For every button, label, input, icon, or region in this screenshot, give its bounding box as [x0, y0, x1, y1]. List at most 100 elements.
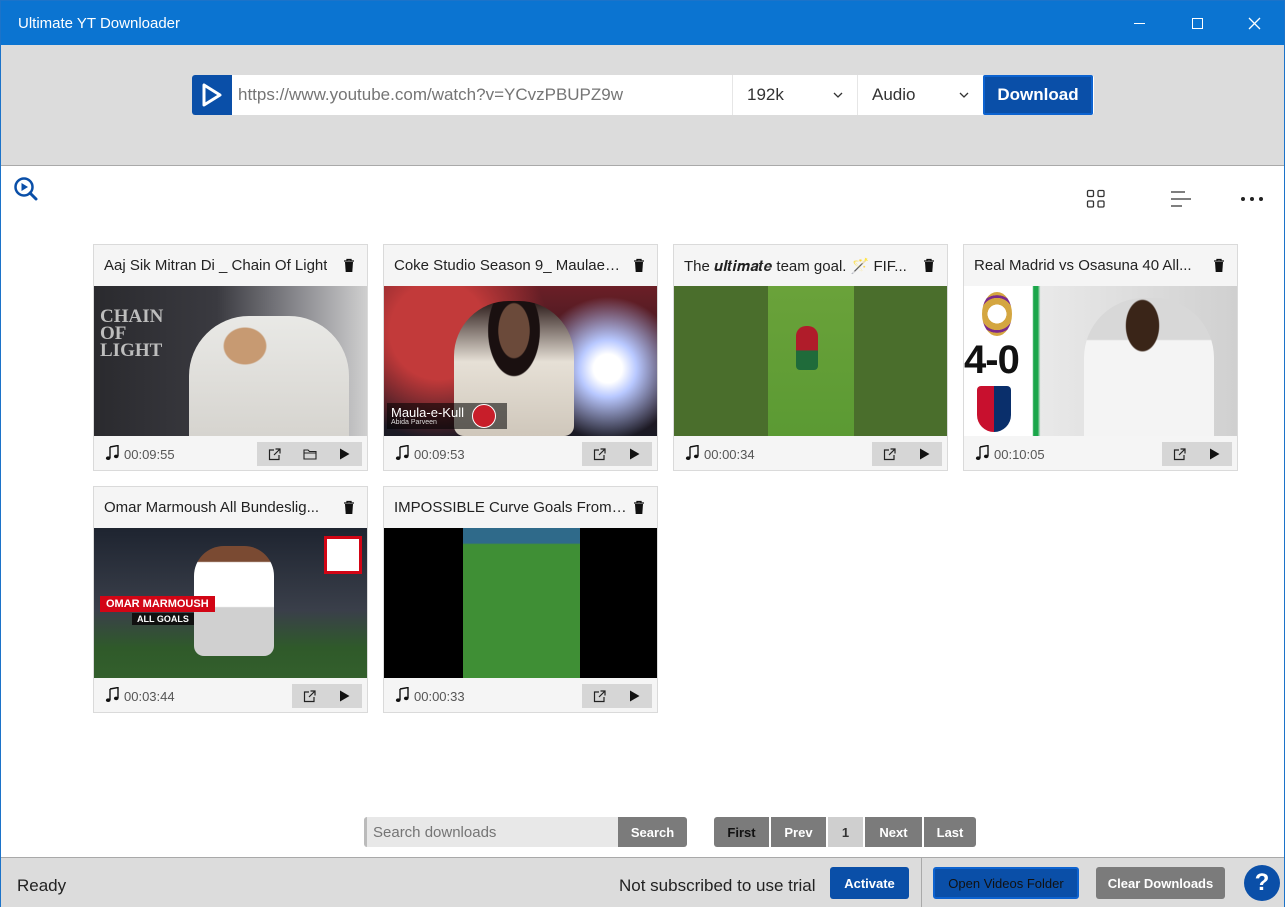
trash-icon[interactable]	[923, 258, 935, 273]
help-icon[interactable]: ?	[1244, 865, 1280, 901]
thumbnail-player	[796, 326, 818, 370]
thumbnail-pitch	[463, 528, 580, 678]
play-button[interactable]	[617, 442, 652, 466]
download-card[interactable]: IMPOSSIBLE Curve Goals From L... 00:00:3…	[383, 486, 658, 713]
play-icon	[1210, 448, 1220, 460]
play-button[interactable]	[1197, 442, 1232, 466]
play-icon	[340, 690, 350, 702]
play-logo-icon	[202, 83, 222, 107]
open-external-icon	[593, 689, 606, 702]
open-external-icon	[1173, 447, 1186, 460]
open-external-icon	[593, 447, 606, 460]
card-title: Omar Marmoush All Bundeslig...	[104, 499, 320, 516]
current-page[interactable]: 1	[828, 817, 863, 847]
format-select[interactable]: Audio	[857, 75, 983, 115]
close-button[interactable]	[1231, 1, 1277, 45]
format-value: Audio	[872, 85, 916, 104]
card-footer: 00:09:53	[384, 436, 657, 470]
thumbnail-crest-bottom	[977, 386, 1011, 432]
download-card[interactable]: Aaj Sik Mitran Di _ Chain Of Light CHAIN…	[93, 244, 368, 471]
list-view-icon[interactable]	[1169, 187, 1193, 211]
music-note-icon	[105, 445, 119, 460]
open-external-button[interactable]	[257, 442, 292, 466]
last-page-button[interactable]: Last	[924, 817, 976, 847]
bundesliga-badge	[324, 536, 362, 574]
download-card[interactable]: The 𝒖𝒍𝒕𝒊𝒎𝒂𝒕𝒆 team goal. 🪄 FIF... 00:00:3…	[673, 244, 948, 471]
play-icon	[340, 448, 350, 460]
search-button[interactable]: Search	[618, 817, 687, 847]
download-card[interactable]: Real Madrid vs Osasuna 40 All... 4-0 00:…	[963, 244, 1238, 471]
video-thumbnail[interactable]	[384, 528, 657, 678]
video-thumbnail[interactable]: OMAR MARMOUSH ALL GOALS	[94, 528, 367, 678]
play-icon	[630, 690, 640, 702]
card-footer: 00:09:55	[94, 436, 367, 470]
chevron-down-icon	[833, 92, 843, 98]
card-title: Real Madrid vs Osasuna 40 All...	[974, 257, 1192, 274]
card-title: IMPOSSIBLE Curve Goals From L...	[394, 499, 627, 516]
trash-icon[interactable]	[343, 258, 355, 273]
video-thumbnail[interactable]: 4-0	[964, 286, 1237, 436]
duration: 00:00:33	[414, 689, 465, 704]
video-thumbnail[interactable]: CHAIN OF LIGHT	[94, 286, 367, 436]
card-footer: 00:03:44	[94, 678, 367, 712]
duration: 00:09:55	[124, 447, 175, 462]
open-external-button[interactable]	[872, 442, 907, 466]
download-card[interactable]: Omar Marmoush All Bundeslig... OMAR MARM…	[93, 486, 368, 713]
search-play-icon[interactable]	[13, 176, 39, 202]
card-actions	[292, 684, 362, 708]
trash-icon[interactable]	[343, 500, 355, 515]
trash-icon[interactable]	[633, 258, 645, 273]
url-bar: 192k Audio Download	[192, 75, 1094, 115]
open-external-icon	[883, 447, 896, 460]
video-thumbnail[interactable]	[674, 286, 947, 436]
open-external-button[interactable]	[582, 442, 617, 466]
pagination: First Prev 1 Next Last	[714, 817, 976, 847]
url-input[interactable]	[232, 75, 732, 115]
card-title: Aaj Sik Mitran Di _ Chain Of Light	[104, 257, 328, 274]
quality-select[interactable]: 192k	[732, 75, 857, 115]
card-title: Coke Studio Season 9_ MaulaeK...	[394, 257, 627, 274]
card-actions	[582, 442, 652, 466]
status-text: Ready	[17, 876, 67, 895]
card-actions	[582, 684, 652, 708]
trash-icon[interactable]	[1213, 258, 1225, 273]
play-button[interactable]	[907, 442, 942, 466]
open-external-button[interactable]	[292, 684, 327, 708]
thumbnail-crest-top	[982, 292, 1012, 336]
search-input[interactable]	[364, 817, 618, 847]
video-thumbnail[interactable]: Maula-e-Kull Abida Parveen	[384, 286, 657, 436]
next-page-button[interactable]: Next	[865, 817, 922, 847]
more-options-icon[interactable]	[1240, 187, 1264, 211]
thumbnail-player	[1084, 298, 1214, 436]
play-button[interactable]	[327, 684, 362, 708]
minimize-button[interactable]	[1116, 1, 1162, 45]
grid-view-icon[interactable]	[1084, 187, 1108, 211]
card-actions	[257, 442, 362, 466]
maximize-icon	[1191, 17, 1203, 29]
first-page-button[interactable]: First	[714, 817, 769, 847]
activate-button[interactable]: Activate	[830, 867, 909, 899]
maximize-button[interactable]	[1174, 1, 1220, 45]
play-icon	[920, 448, 930, 460]
prev-page-button[interactable]: Prev	[771, 817, 826, 847]
music-note-icon	[105, 687, 119, 702]
download-button[interactable]: Download	[983, 75, 1093, 115]
open-folder-button[interactable]	[292, 442, 327, 466]
trash-icon[interactable]	[633, 500, 645, 515]
folder-icon	[302, 449, 317, 460]
duration: 00:09:53	[414, 447, 465, 462]
thumbnail-person	[189, 316, 349, 436]
close-icon	[1248, 17, 1260, 29]
music-note-icon	[395, 687, 409, 702]
play-button[interactable]	[327, 442, 362, 466]
open-external-button[interactable]	[1162, 442, 1197, 466]
play-button[interactable]	[617, 684, 652, 708]
window-title: Ultimate YT Downloader	[18, 15, 181, 32]
clear-downloads-button[interactable]: Clear Downloads	[1096, 867, 1225, 899]
chevron-down-icon	[959, 92, 969, 98]
card-footer: 00:00:34	[674, 436, 947, 470]
open-videos-folder-button[interactable]: Open Videos Folder	[933, 867, 1079, 899]
download-card[interactable]: Coke Studio Season 9_ MaulaeK... Maula-e…	[383, 244, 658, 471]
open-external-button[interactable]	[582, 684, 617, 708]
search-bar: Search	[364, 817, 687, 847]
